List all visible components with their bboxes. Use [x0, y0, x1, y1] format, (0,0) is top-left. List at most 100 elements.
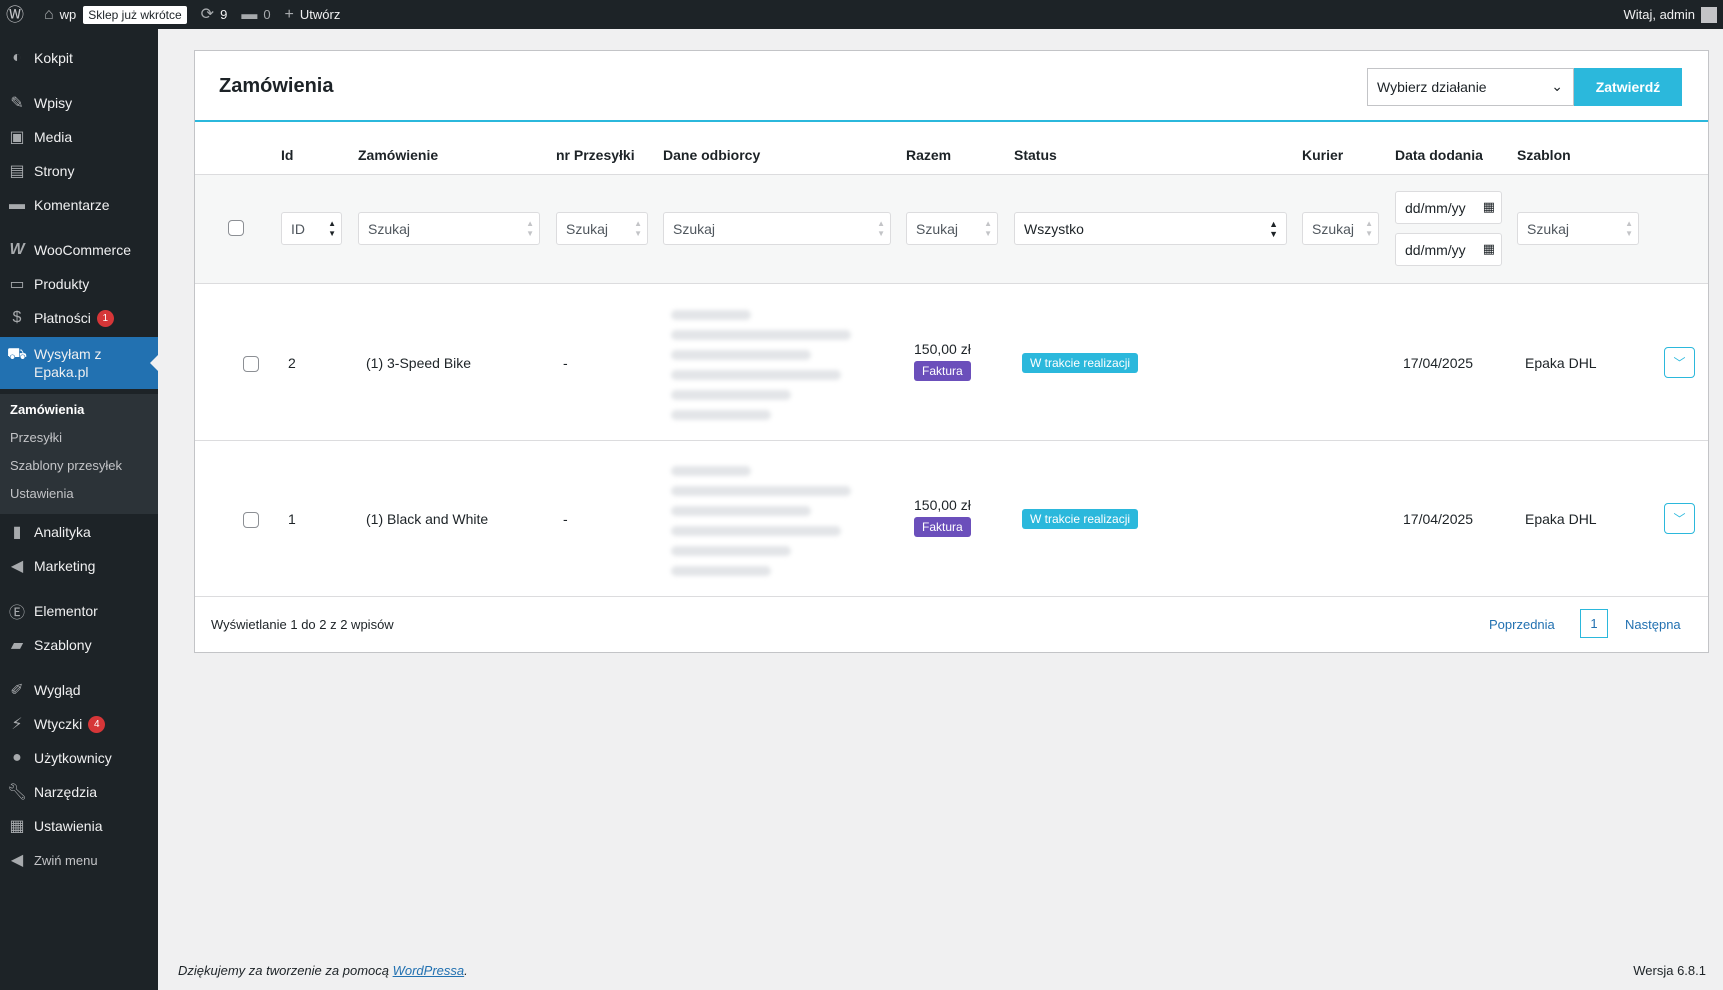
column-header-tracking[interactable]: nr Przesyłki [556, 147, 635, 163]
brush-icon: ✐ [10, 682, 24, 699]
sidebar-item-label: Ustawienia [34, 818, 103, 834]
spinner-icon: ▲ ▼ [1365, 219, 1373, 238]
plugin-icon: ⚡ [11, 716, 23, 733]
settings-icon: ▦ [9, 818, 25, 835]
row-order-link[interactable]: (1) 3-Speed Bike [366, 355, 471, 371]
sidebar-item-label: Zwiń menu [34, 852, 98, 868]
id-filter-input[interactable]: ID ▲ ▼ [281, 212, 342, 245]
sidebar-item-label: Wygląd [34, 682, 81, 698]
wp-logo-button[interactable]: Ⓦ [0, 0, 37, 29]
column-header-total[interactable]: Razem [906, 147, 951, 163]
admin-bar: Ⓦ ⌂ wp Sklep już wkrótce ⟳ 9 ▬ 0 + Utwór… [0, 0, 1723, 29]
sidebar-item-media[interactable]: ▣ Media [0, 120, 158, 154]
sidebar-item-label: Szablony [34, 637, 92, 653]
sidebar-item-komentarze[interactable]: ▬ Komentarze [0, 188, 158, 222]
sidebar-item-marketing[interactable]: ◀ Marketing [0, 549, 158, 583]
sidebar-item-wtyczki[interactable]: ⚡ Wtyczki 4 [0, 707, 158, 741]
sidebar-item-strony[interactable]: ▤ Strony [0, 154, 158, 188]
row-checkbox[interactable] [243, 356, 259, 372]
row-checkbox[interactable] [243, 512, 259, 528]
apply-button[interactable]: Zatwierdź [1574, 68, 1682, 106]
calendar-icon[interactable]: ▦ [1483, 241, 1495, 257]
sidebar-item-woocommerce[interactable]: W WooCommerce [0, 233, 158, 267]
spinner-icon: ▲ ▼ [1625, 219, 1633, 238]
recipient-filter-input[interactable]: Szukaj ▲ ▼ [663, 212, 891, 245]
my-account-link[interactable]: Witaj, admin [1616, 0, 1723, 29]
order-filter-input[interactable]: Szukaj ▲ ▼ [358, 212, 540, 245]
sidebar-item-label: Wpisy [34, 95, 73, 111]
template-filter-input[interactable]: Szukaj ▲ ▼ [1517, 212, 1639, 245]
spinner-icon: ▲ ▼ [877, 219, 885, 238]
sidebar-item-szablony[interactable]: ▰ Szablony [0, 628, 158, 662]
pin-icon: ✎ [10, 95, 24, 112]
sidebar-item-platnosci[interactable]: $ Płatności 1 [0, 301, 158, 335]
greeting: Witaj, admin [1623, 7, 1695, 22]
invoice-badge[interactable]: Faktura [914, 517, 971, 537]
comments-link[interactable]: ▬ 0 [234, 0, 277, 29]
sidebar-item-elementor[interactable]: Ⓔ Elementor [0, 594, 158, 628]
sidebar-item-uzytkownicy[interactable]: ● Użytkownicy [0, 741, 158, 775]
column-header-status[interactable]: Status [1014, 147, 1057, 163]
status-filter-select[interactable]: Wszystko ▲ ▼ [1014, 212, 1287, 245]
media-icon: ▣ [9, 129, 25, 146]
updates-count: 9 [220, 7, 228, 22]
woocommerce-icon: W [9, 241, 25, 258]
entries-info: Wyświetlanie 1 do 2 z 2 wpisów [211, 617, 394, 632]
table-row: 1 (1) Black and White - 150,00 zł Faktur… [195, 441, 1708, 597]
comments-count: 0 [263, 7, 271, 22]
date-to-placeholder: dd/mm/yy [1405, 241, 1466, 258]
submenu-item-ustawienia[interactable]: Ustawienia [10, 486, 74, 501]
column-header-order[interactable]: Zamówienie [358, 147, 438, 163]
sidebar-item-analityka[interactable]: ▮ Analityka [0, 515, 158, 549]
sidebar-item-wyglad[interactable]: ✐ Wygląd [0, 673, 158, 707]
column-header-id[interactable]: Id [281, 147, 293, 163]
column-header-template[interactable]: Szablon [1517, 147, 1571, 163]
footer-thanks-suffix: . [464, 963, 468, 978]
maintenance-badge: Sklep już wkrótce [83, 5, 187, 24]
row-order-link[interactable]: (1) Black and White [366, 511, 488, 527]
new-label: Utwórz [299, 7, 341, 22]
maintenance-badge-link[interactable]: Sklep już wkrótce [83, 0, 193, 29]
chevron-down-icon: ﹀ [1673, 512, 1686, 526]
date-to-input[interactable]: dd/mm/yy ▦ [1395, 233, 1502, 266]
dashboard-icon: ◐ [12, 49, 22, 66]
pagination-current-page[interactable]: 1 [1580, 609, 1608, 638]
row-expand-button[interactable]: ﹀ [1664, 347, 1695, 378]
sidebar-item-kokpit[interactable]: ◐ Kokpit [0, 41, 158, 75]
site-name-link[interactable]: ⌂ wp [37, 0, 83, 29]
avatar [1701, 6, 1717, 23]
comments-icon: ▬ [9, 196, 25, 213]
row-expand-button[interactable]: ﹀ [1664, 503, 1695, 534]
sidebar-item-narzedzia[interactable]: 🔧︎ Narzędzia [0, 775, 158, 809]
pagination-prev[interactable]: Poprzednia [1489, 617, 1555, 632]
bulk-action-select[interactable]: Wybierz działanie ⌄ [1367, 68, 1574, 106]
sidebar-item-epaka[interactable]: ⛟ Wysyłam z Epaka.pl [0, 337, 158, 389]
courier-filter-input[interactable]: Szukaj ▲ ▼ [1302, 212, 1379, 245]
collapse-menu-button[interactable]: ◀ Zwiń menu [0, 843, 158, 877]
new-content-link[interactable]: + Utwórz [278, 0, 348, 29]
row-total: 150,00 zł [914, 497, 971, 513]
tracking-filter-input[interactable]: Szukaj ▲ ▼ [556, 212, 648, 245]
select-all-checkbox[interactable] [228, 220, 244, 236]
wordpress-link[interactable]: WordPressa [393, 963, 465, 978]
submenu-item-szablony[interactable]: Szablony przesyłek [10, 458, 122, 473]
wrench-icon: 🔧︎ [6, 784, 28, 801]
sort-arrows-icon: ▲ ▼ [328, 219, 336, 238]
sidebar-item-wpisy[interactable]: ✎ Wpisy [0, 86, 158, 120]
date-from-input[interactable]: dd/mm/yy ▦ [1395, 191, 1502, 224]
column-header-date[interactable]: Data dodania [1395, 147, 1483, 163]
submenu-item-zamowienia[interactable]: Zamówienia [10, 402, 84, 417]
pagination-next[interactable]: Następna [1625, 617, 1681, 632]
chart-icon: ▮ [12, 524, 22, 541]
submenu-item-przesylki[interactable]: Przesyłki [10, 430, 62, 445]
calendar-icon[interactable]: ▦ [1483, 199, 1495, 215]
sidebar-item-ustawienia[interactable]: ▦ Ustawienia [0, 809, 158, 843]
invoice-badge[interactable]: Faktura [914, 361, 971, 381]
updates-link[interactable]: ⟳ 9 [194, 0, 235, 29]
column-header-courier[interactable]: Kurier [1302, 147, 1343, 163]
status-badge: W trakcie realizacji [1022, 509, 1139, 529]
column-header-recipient[interactable]: Dane odbiorcy [663, 147, 760, 163]
sidebar-item-produkty[interactable]: ▭ Produkty [0, 267, 158, 301]
chevron-down-icon: ﹀ [1673, 356, 1686, 370]
total-filter-input[interactable]: Szukaj ▲ ▼ [906, 212, 998, 245]
